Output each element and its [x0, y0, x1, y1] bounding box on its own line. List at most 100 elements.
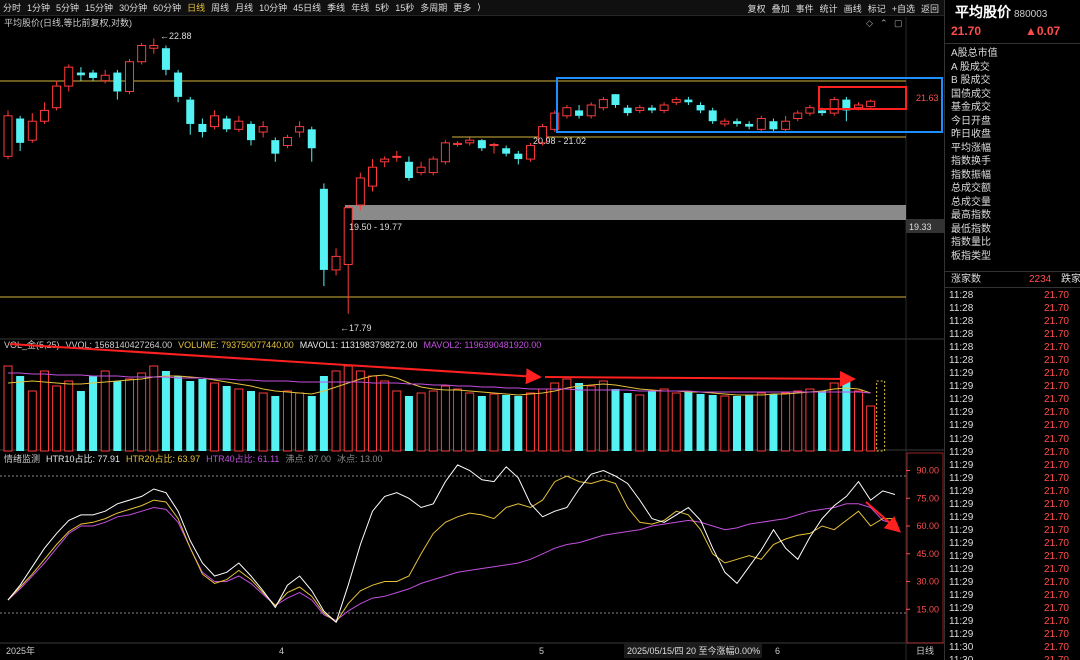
tick-row: 11:29 21.70	[945, 406, 1080, 419]
volume-legend-item: MAVOL2: 1196390481920.00	[423, 340, 541, 350]
tick-price: 21.70	[1043, 537, 1069, 549]
period-tab-12[interactable]: 年线	[348, 1, 372, 14]
tick-row: 11:28 21.70	[945, 315, 1080, 328]
toolbar-button-7[interactable]: 返回	[918, 2, 942, 15]
toolbar-button-3[interactable]: 统计	[817, 2, 841, 15]
candle-body	[137, 45, 147, 63]
tick-row: 11:28 21.70	[945, 354, 1080, 367]
volume-bar	[282, 390, 292, 452]
period-toolbar: 分时 1分钟 5分钟 15分钟 30分钟 60分钟 日线 周线 月线 10分钟 45日线 季线 年线 5秒…	[0, 0, 944, 16]
field-label-2: B 股成交	[951, 75, 991, 86]
price-tag-lower: 19.33	[909, 222, 932, 232]
volume-bar	[671, 392, 681, 452]
period-tab-1[interactable]: 1分钟	[24, 1, 53, 14]
candle-body	[866, 100, 876, 108]
toolbar-button-5[interactable]: 标记	[865, 2, 889, 15]
period-tab-0[interactable]: 分时	[0, 1, 24, 14]
advance-count-row: 涨家数 2234 跌家	[945, 272, 1080, 287]
zone-label-upper: 20.98 - 21.02	[533, 136, 586, 146]
stock-chart[interactable]: 平均股价(日线,等比前复权,对数) ◇ ⌃ ▢ 19.33 ←22.88 ←17.79 20.…	[0, 17, 944, 660]
toolbar-button-4[interactable]: 画线	[841, 2, 865, 15]
period-tab-2[interactable]: 5分钟	[53, 1, 82, 14]
candle-body	[100, 74, 110, 82]
toolbar-button-0[interactable]: 复权	[745, 2, 769, 15]
period-tab-11[interactable]: 季线	[324, 1, 348, 14]
high-price-label: ←22.88	[160, 31, 192, 41]
candle-body	[113, 72, 122, 92]
period-tab-6[interactable]: 日线	[184, 1, 208, 14]
tick-time: 11:28	[949, 355, 974, 367]
candle-body	[355, 177, 365, 206]
volume-bar	[575, 383, 584, 451]
volume-bar	[307, 396, 316, 451]
volume-bar	[428, 390, 438, 452]
candle-body	[793, 112, 803, 120]
gap-zone-box	[345, 205, 906, 220]
tick-time: 11:29	[949, 563, 974, 575]
tick-row: 11:29 21.70	[945, 537, 1080, 550]
period-tab-14[interactable]: 15秒	[392, 1, 417, 14]
sentiment-axis-label: 45.00	[916, 549, 939, 559]
period-tab-15[interactable]: 多周期	[417, 1, 450, 14]
tick-row: 11:29 21.70	[945, 615, 1080, 628]
tick-price: 21.70	[1043, 407, 1069, 419]
forecast-volume-bar	[876, 380, 886, 452]
tick-list[interactable]: 11:28 21.70 11:28 21.70 11:28 21.70 11:28 21.70…	[945, 289, 1080, 660]
volume-bar	[440, 385, 450, 452]
tick-price: 21.70	[1044, 654, 1069, 660]
candle-body	[161, 48, 170, 70]
volume-bar	[234, 388, 244, 452]
candle-body	[380, 158, 390, 163]
candle-body	[198, 123, 207, 133]
candle-body	[756, 118, 766, 130]
period-tab-5[interactable]: 60分钟	[150, 1, 184, 14]
period-tab-13[interactable]: 5秒	[372, 1, 392, 14]
tick-time: 11:29	[949, 511, 974, 523]
tick-time: 11:29	[949, 394, 974, 406]
toolbar-button-1[interactable]: 叠加	[769, 2, 793, 15]
period-tab-10[interactable]: 45日线	[290, 1, 324, 14]
x-axis-label: 4	[279, 646, 284, 656]
tick-price: 21.70	[1043, 616, 1069, 628]
volume-bar	[745, 395, 754, 451]
volume-bar	[416, 392, 426, 452]
tick-price: 21.70	[1043, 316, 1069, 328]
period-tab-9[interactable]: 10分钟	[256, 1, 290, 14]
candle-body	[854, 104, 863, 109]
divider	[945, 43, 1080, 44]
volume-bar	[854, 390, 863, 452]
volume-bar	[125, 378, 134, 452]
period-tab-7[interactable]: 周线	[208, 1, 232, 14]
volume-bar	[404, 396, 413, 451]
tick-row: 11:30 21.70	[945, 641, 1080, 654]
more-arrow-icon[interactable]: ⟩	[474, 2, 484, 13]
candle-body	[174, 72, 183, 97]
period-tab-4[interactable]: 30分钟	[116, 1, 150, 14]
period-tab-8[interactable]: 月线	[232, 1, 256, 14]
candle-body	[52, 85, 62, 109]
candle-body	[586, 104, 596, 117]
period-tab-3[interactable]: 15分钟	[82, 1, 116, 14]
candle-body	[76, 72, 85, 76]
tick-price: 21.70	[1043, 563, 1069, 575]
candle-body	[3, 115, 13, 157]
toolbar-button-2[interactable]: 事件	[793, 2, 817, 15]
volume-bar	[319, 376, 328, 451]
candle-body	[271, 140, 280, 154]
period-tab-16[interactable]: 更多	[450, 1, 474, 14]
volume-bar	[696, 394, 705, 451]
volume-bar	[27, 390, 37, 452]
volume-bar	[793, 390, 803, 452]
toolbar-button-6[interactable]: +自选	[889, 2, 918, 15]
x-axis-label: 2025年	[6, 645, 35, 656]
tick-row: 11:29 21.70	[945, 602, 1080, 615]
tick-row: 11:29 21.70	[945, 511, 1080, 524]
volume-bar	[258, 392, 268, 452]
tick-price: 21.70	[1043, 342, 1069, 354]
volume-bar	[355, 370, 365, 452]
volume-bar	[756, 392, 766, 452]
candle-body	[647, 107, 656, 111]
tick-row: 11:29 21.70	[945, 563, 1080, 576]
candle-body	[829, 99, 839, 114]
security-name: 平均股价	[955, 4, 1011, 20]
